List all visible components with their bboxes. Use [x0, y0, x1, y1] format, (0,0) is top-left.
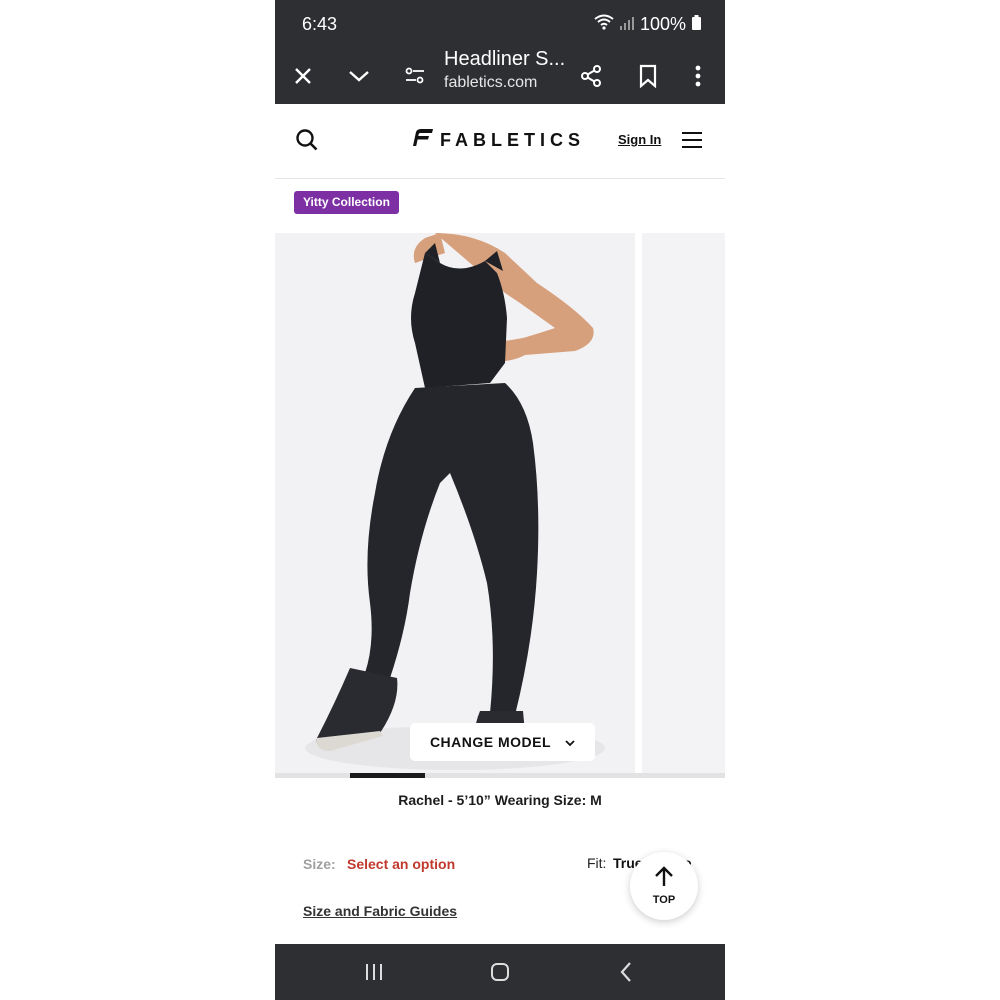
change-model-button[interactable]: CHANGE MODEL [410, 723, 595, 761]
bookmark-icon[interactable] [630, 58, 666, 94]
back-to-top-button[interactable]: TOP [630, 852, 698, 920]
fit-label: Fit: [587, 855, 607, 871]
search-icon[interactable] [295, 128, 319, 156]
brand-name: FABLETICS [440, 129, 586, 150]
browser-toolbar: Headliner S... fabletics.com [275, 48, 725, 104]
size-fabric-guides-link[interactable]: Size and Fabric Guides [303, 903, 457, 919]
model-info: Rachel - 5’10” Wearing Size: M [398, 792, 602, 808]
battery-percent: 100% [639, 14, 686, 34]
product-image[interactable] [275, 233, 635, 773]
next-product-image[interactable] [642, 233, 725, 773]
more-vert-icon[interactable] [680, 58, 716, 94]
status-time: 6:43 [302, 14, 338, 34]
collection-badge: Yitty Collection [294, 191, 399, 214]
size-select[interactable]: Select an option [347, 856, 455, 872]
close-icon[interactable] [285, 58, 321, 94]
home-icon[interactable] [485, 958, 515, 986]
page-settings-icon[interactable] [397, 58, 433, 94]
signal-icon [619, 14, 634, 35]
top-label: TOP [652, 894, 676, 906]
chevron-down-icon[interactable] [341, 58, 377, 94]
arrow-up-icon [653, 866, 675, 892]
page-title: Headliner S... [444, 48, 566, 70]
status-indicators: 100% [594, 14, 701, 35]
gallery-progress-track [275, 773, 725, 778]
change-model-label: CHANGE MODEL [429, 734, 552, 750]
gallery-progress-indicator [350, 773, 425, 778]
hamburger-menu-icon[interactable] [682, 131, 702, 153]
wifi-icon [594, 14, 614, 35]
share-icon[interactable] [573, 58, 609, 94]
chevron-down-icon [565, 734, 575, 750]
status-bar: 6:43 100% [275, 0, 725, 48]
fabletics-logo-icon [410, 128, 434, 152]
sign-in-link[interactable]: Sign In [618, 132, 661, 147]
phone-screen: 6:43 100% Headliner S... fabletics.com F… [275, 0, 725, 1000]
page-url[interactable]: fabletics.com [444, 74, 537, 92]
site-header: FABLETICS Sign In [275, 104, 725, 179]
back-icon[interactable] [611, 958, 641, 986]
fabletics-logo[interactable]: FABLETICS [410, 128, 585, 152]
size-label: Size: [303, 856, 336, 872]
battery-icon [692, 14, 701, 35]
model-photo [305, 233, 605, 770]
system-nav-bar [275, 944, 725, 1000]
recent-apps-icon[interactable] [359, 958, 389, 986]
